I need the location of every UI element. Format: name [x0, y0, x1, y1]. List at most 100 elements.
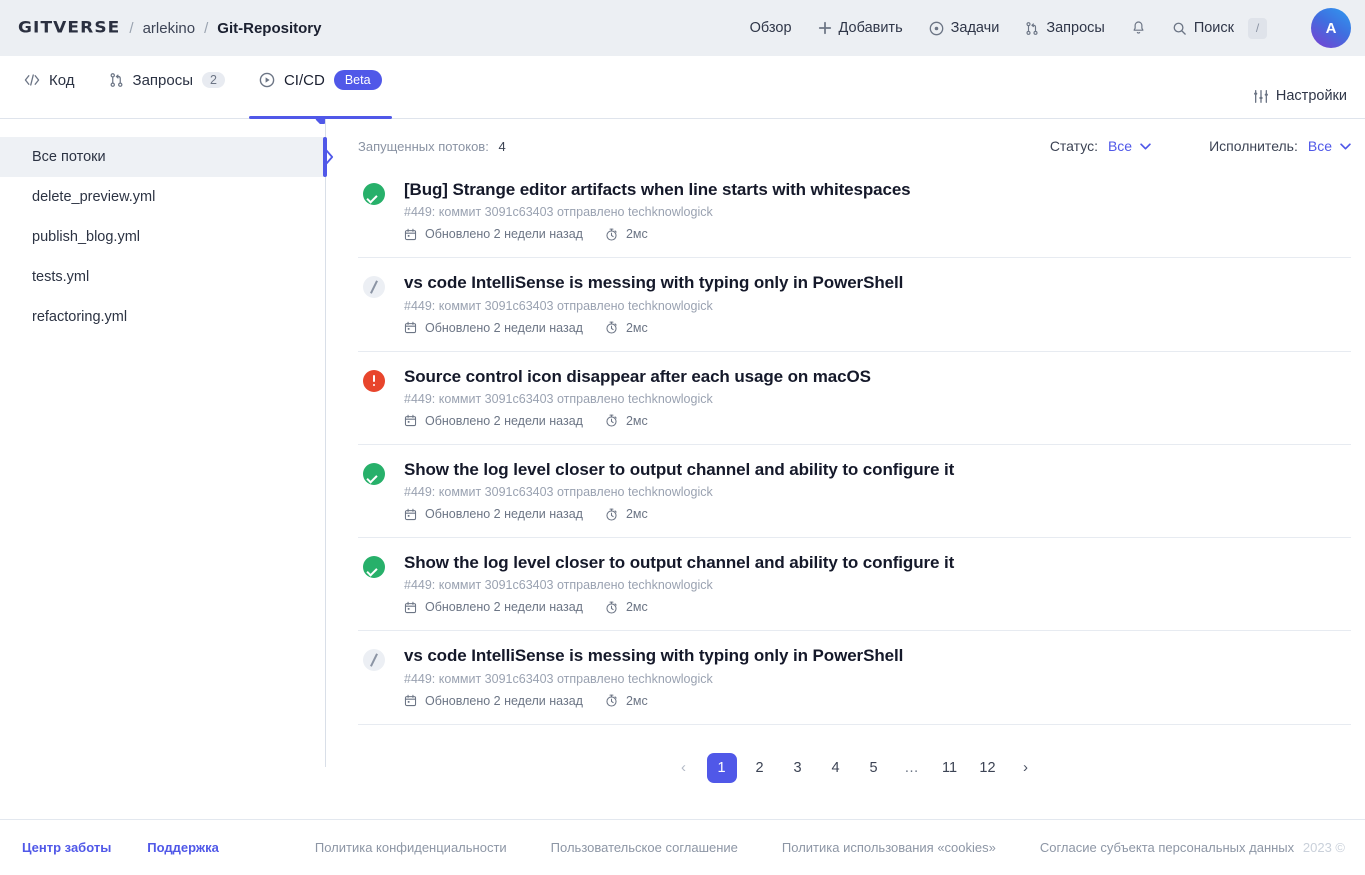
- status-filter-value[interactable]: Все: [1108, 138, 1132, 154]
- settings-label: Настройки: [1275, 88, 1347, 104]
- gitverse-logo[interactable]: GITVERSE: [18, 19, 120, 37]
- search-button[interactable]: Поиск /: [1172, 17, 1267, 39]
- sidebar-item-delete-preview[interactable]: delete_preview.yml: [0, 177, 325, 217]
- pagination-prev[interactable]: ‹: [669, 753, 699, 783]
- workflow-run-title[interactable]: Source control icon disappear after each…: [404, 366, 1351, 387]
- duration-meta: 2мс: [605, 321, 648, 335]
- workflow-run-title[interactable]: vs code IntelliSense is messing with typ…: [404, 645, 1351, 666]
- workflow-run-content: Show the log level closer to output chan…: [404, 552, 1351, 614]
- pagination-next[interactable]: ›: [1011, 753, 1041, 783]
- pagination-page-3[interactable]: 3: [783, 753, 813, 783]
- sidebar-item-refactoring[interactable]: refactoring.yml: [0, 297, 325, 337]
- pagination-ellipsis: …: [904, 759, 919, 776]
- workflow-run-title[interactable]: Show the log level closer to output chan…: [404, 459, 1351, 480]
- duration-text: 2мс: [625, 600, 648, 615]
- workflow-run-content: [Bug] Strange editor artifacts when line…: [404, 179, 1351, 241]
- sidebar-item-publish-blog[interactable]: publish_blog.yml: [0, 217, 325, 257]
- tab-cicd[interactable]: CI/CD Beta: [249, 56, 392, 119]
- pagination-page-12[interactable]: 12: [973, 753, 1003, 783]
- workflow-run-title[interactable]: vs code IntelliSense is messing with typ…: [404, 272, 1351, 293]
- nav-pull-requests[interactable]: Запросы: [1025, 20, 1105, 36]
- workflow-run-item[interactable]: vs code IntelliSense is messing with typ…: [358, 631, 1351, 725]
- pull-request-icon: [1026, 21, 1038, 35]
- calendar-icon: [404, 508, 417, 520]
- workflow-run-meta: Обновлено 2 недели назад 2мс: [404, 507, 1351, 521]
- duration-meta: 2мс: [605, 507, 648, 521]
- sidebar-item-label: refactoring.yml: [32, 309, 128, 325]
- workflow-run-subtitle: #449: коммит 3091c63403 отправлено techk…: [404, 298, 713, 313]
- running-flows-label: Запущенных потоков:: [358, 138, 489, 154]
- sidebar-item-all-flows[interactable]: Все потоки: [0, 137, 325, 177]
- notifications-button[interactable]: [1131, 20, 1146, 36]
- duration-text: 2мс: [625, 507, 648, 521]
- duration-text: 2мс: [625, 227, 648, 242]
- workflow-run-subtitle: #449: коммит 3091c63403 отправлено techk…: [404, 671, 713, 686]
- pagination: ‹ 1 2 3 4 5… 11 12 ›: [358, 752, 1351, 783]
- workflow-sidebar: Все потоки delete_preview.yml publish_bl…: [0, 119, 334, 807]
- assignee-filter-value[interactable]: Все: [1308, 138, 1332, 154]
- tab-code-label: Код: [49, 71, 75, 89]
- workflow-run-item[interactable]: Source control icon disappear after each…: [358, 352, 1351, 445]
- workflow-run-subtitle: #449: коммит 3091c63403 отправлено techk…: [404, 578, 713, 593]
- workflow-run-subtitle: #449: коммит 3091c63403 отправлено techk…: [404, 205, 713, 220]
- updated-text: Обновлено 2 недели назад: [425, 320, 583, 335]
- search-icon: [1173, 22, 1186, 35]
- plus-icon: [818, 21, 831, 35]
- status-error-icon: [363, 369, 385, 392]
- workflow-run-title[interactable]: [Bug] Strange editor artifacts when line…: [404, 179, 1351, 200]
- workflow-run-item[interactable]: [Bug] Strange editor artifacts when line…: [358, 165, 1351, 259]
- workflow-run-item[interactable]: vs code IntelliSense is messing with typ…: [358, 258, 1351, 352]
- status-skipped-icon: [363, 276, 385, 299]
- pagination-page-2[interactable]: 2: [745, 753, 775, 783]
- tab-pull-requests[interactable]: Запросы 2: [109, 56, 225, 118]
- footer-link-care-center[interactable]: Центр заботы: [22, 840, 111, 855]
- pagination-page-1[interactable]: 1: [706, 752, 737, 783]
- footer-link-support[interactable]: Поддержка: [147, 840, 219, 855]
- sidebar-item-label: delete_preview.yml: [32, 189, 156, 205]
- assignee-filter[interactable]: Исполнитель: Все: [1209, 138, 1351, 154]
- workflow-run-meta: Обновлено 2 недели назад 2мс: [404, 321, 1351, 335]
- footer-link-cookies-policy[interactable]: Политика использования «cookies»: [782, 840, 996, 855]
- workflow-run-item[interactable]: Show the log level closer to output chan…: [358, 445, 1351, 538]
- repo-tabs: Код Запросы 2 CI/CD Beta: [24, 56, 392, 119]
- tab-code[interactable]: Код: [24, 56, 75, 118]
- chevron-down-icon: [1340, 142, 1351, 150]
- settings-button[interactable]: Настройки: [1253, 88, 1347, 104]
- issues-icon: [929, 21, 943, 35]
- top-header: GITVERSE / arlekino / Git-Repository Обз…: [0, 0, 1365, 56]
- status-success-icon: [363, 462, 385, 485]
- tab-pull-requests-label: Запросы: [132, 71, 194, 89]
- footer-link-privacy-policy[interactable]: Политика конфиденциальности: [315, 840, 507, 855]
- status-success-icon: [363, 556, 385, 578]
- breadcrumb-repo[interactable]: Git-Repository: [217, 20, 321, 37]
- calendar-icon: [404, 601, 417, 613]
- updated-text: Обновлено 2 недели назад: [425, 507, 583, 521]
- running-flows-count: 4: [498, 138, 506, 154]
- footer-link-personal-data-consent[interactable]: Согласие субъекта персональных данных: [1040, 840, 1294, 855]
- code-icon: [24, 74, 40, 86]
- tab-cicd-beta-badge: Beta: [333, 70, 382, 90]
- top-navigation: Обзор Добавить Задачи Запросы Поиск / A: [750, 8, 1351, 48]
- stopwatch-icon: [606, 414, 617, 427]
- stopwatch-icon: [606, 601, 617, 614]
- status-skipped-icon: [363, 649, 385, 672]
- updated-meta: Обновлено 2 недели назад: [404, 507, 583, 521]
- sidebar-item-tests[interactable]: tests.yml: [0, 257, 325, 297]
- workflow-run-title[interactable]: Show the log level closer to output chan…: [404, 552, 1351, 573]
- duration-meta: 2мс: [605, 600, 648, 614]
- nav-overview[interactable]: Обзор: [750, 20, 792, 36]
- pagination-page-4[interactable]: 4: [821, 753, 851, 783]
- repo-tabbar-right: Настройки: [1253, 88, 1347, 118]
- stopwatch-icon: [606, 694, 617, 707]
- footer-link-user-agreement[interactable]: Пользовательское соглашение: [551, 840, 738, 855]
- nav-add[interactable]: Добавить: [818, 20, 903, 36]
- workflow-run-content: vs code IntelliSense is messing with typ…: [404, 272, 1351, 334]
- workflow-run-item[interactable]: Show the log level closer to output chan…: [358, 538, 1351, 632]
- avatar[interactable]: A: [1311, 8, 1351, 48]
- breadcrumb-owner[interactable]: arlekino: [143, 20, 196, 37]
- status-filter[interactable]: Статус: Все: [1050, 138, 1151, 154]
- pagination-page-5[interactable]: 5: [859, 753, 889, 783]
- nav-issues[interactable]: Задачи: [929, 20, 999, 36]
- pagination-page-11[interactable]: 11: [935, 753, 965, 783]
- workflow-run-meta: Обновлено 2 недели назад 2мс: [404, 227, 1351, 241]
